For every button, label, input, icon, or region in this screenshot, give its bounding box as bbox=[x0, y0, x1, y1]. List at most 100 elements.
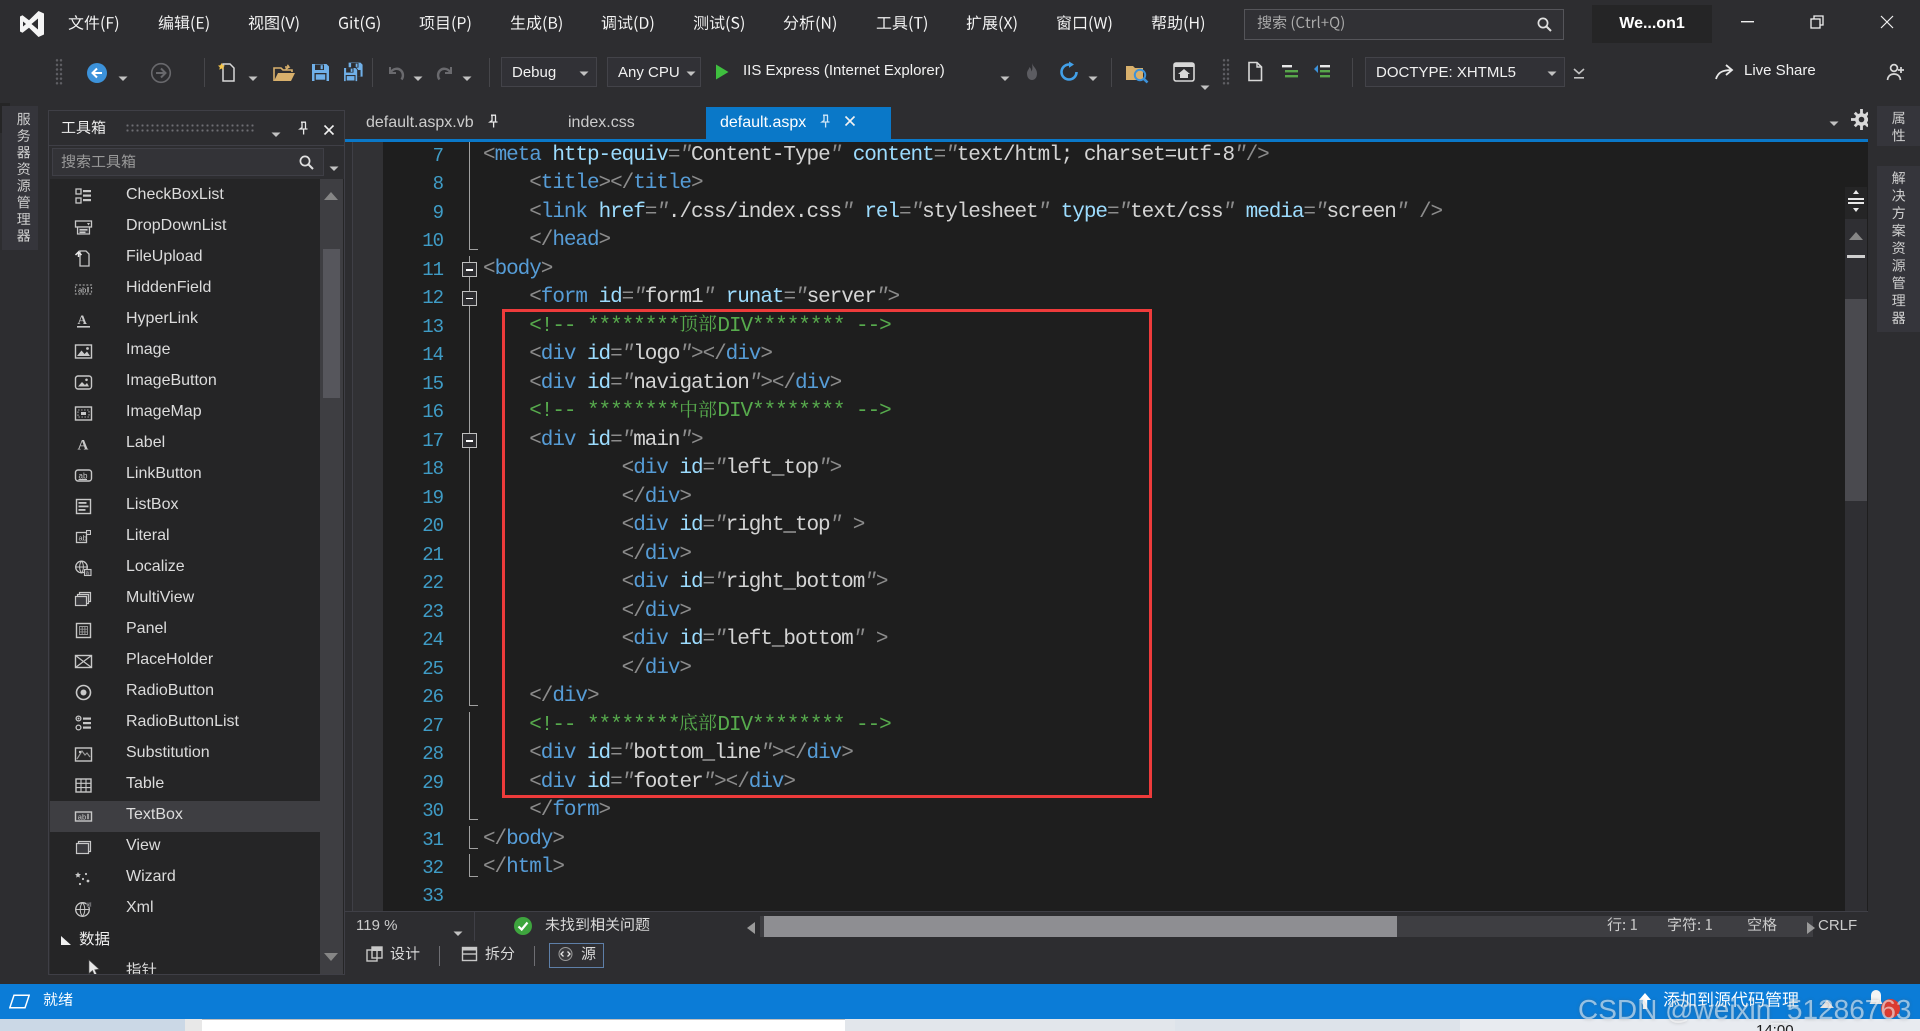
scroll-down-icon[interactable] bbox=[324, 948, 338, 966]
toolbox-item-view[interactable]: View bbox=[50, 832, 320, 863]
toolbox-item-xml[interactable]: xlXml bbox=[50, 894, 320, 925]
run-target-label[interactable]: IIS Express (Internet Explorer) bbox=[743, 62, 945, 79]
toolbox-item-localize[interactable]: aLocalize bbox=[50, 553, 320, 584]
pin-icon[interactable] bbox=[819, 114, 832, 134]
close-button[interactable] bbox=[1864, 0, 1910, 48]
editor-vertical-scrollbar[interactable] bbox=[1845, 187, 1867, 911]
toolbox-item-wizard[interactable]: Wizard bbox=[50, 863, 320, 894]
toolbox-scrollbar[interactable] bbox=[320, 179, 343, 974]
minimize-button[interactable] bbox=[1724, 0, 1770, 48]
navigate-forward-button[interactable] bbox=[150, 62, 172, 89]
toolbox-item-hyperlink[interactable]: AHyperLink bbox=[50, 305, 320, 336]
toolbox-item-placeholder[interactable]: PlaceHolder bbox=[50, 646, 320, 677]
toolbox-search-input[interactable] bbox=[52, 148, 324, 176]
new-file-button[interactable] bbox=[216, 61, 238, 88]
doctype-dropdown[interactable]: DOCTYPE: XHTML5 bbox=[1365, 57, 1565, 87]
toolbox-header[interactable] bbox=[49, 111, 344, 146]
browser-preview-button[interactable] bbox=[1172, 61, 1196, 88]
view-tab-source[interactable] bbox=[549, 943, 604, 968]
hot-reload-icon[interactable] bbox=[1024, 62, 1040, 87]
menu-item-6[interactable] bbox=[582, 0, 674, 48]
search-icon[interactable] bbox=[1536, 16, 1553, 38]
redo-button[interactable] bbox=[434, 63, 456, 88]
toolbox-item-hiddenfield[interactable]: abHiddenField bbox=[50, 274, 320, 305]
redo-dropdown-icon[interactable] bbox=[462, 69, 472, 87]
menu-item-4[interactable] bbox=[400, 0, 491, 48]
save-button[interactable] bbox=[310, 62, 331, 88]
document-tab-default.aspx.vb[interactable]: default.aspx.vb bbox=[352, 107, 533, 139]
menu-item-12[interactable] bbox=[1132, 0, 1225, 48]
undo-button[interactable] bbox=[385, 63, 407, 88]
menu-item-0[interactable] bbox=[49, 0, 139, 48]
save-all-button[interactable] bbox=[342, 61, 366, 88]
document-health-label[interactable] bbox=[545, 917, 650, 934]
scroll-up-icon[interactable] bbox=[324, 187, 338, 205]
toolbox-item-image[interactable]: Image bbox=[50, 336, 320, 367]
menu-item-3[interactable] bbox=[319, 0, 400, 48]
refresh-dropdown-icon[interactable] bbox=[1088, 69, 1098, 87]
run-target-dropdown-icon[interactable] bbox=[1000, 69, 1010, 87]
toolbar-overflow-icon[interactable] bbox=[1572, 67, 1586, 85]
scrollbar-thumb[interactable] bbox=[323, 249, 340, 398]
toolbox-item-radiobutton[interactable]: RadioButton bbox=[50, 677, 320, 708]
pin-icon[interactable] bbox=[487, 114, 500, 134]
toolbox-item-imagebutton[interactable]: ImageButton bbox=[50, 367, 320, 398]
toolbar-drag-handle[interactable] bbox=[1222, 58, 1230, 86]
toolbox-item-pointer[interactable] bbox=[50, 956, 320, 974]
toolbox-item-imagemap[interactable]: ImageMap bbox=[50, 398, 320, 429]
toolbox-item-radiobuttonlist[interactable]: RadioButtonList bbox=[50, 708, 320, 739]
toolbox-item-table[interactable]: Table bbox=[50, 770, 320, 801]
toolbox-item-dropdownlist[interactable]: DropDownList bbox=[50, 212, 320, 243]
group-expanded-icon[interactable] bbox=[61, 936, 71, 945]
add-collaborator-icon[interactable] bbox=[1884, 62, 1908, 87]
window-position-dropdown-icon[interactable] bbox=[271, 125, 281, 143]
solution-name-badge[interactable]: We...on1 bbox=[1592, 5, 1712, 43]
navigate-back-button[interactable] bbox=[86, 62, 108, 89]
properties-vertical-tab[interactable] bbox=[1877, 106, 1920, 146]
hscroll-left-icon[interactable] bbox=[747, 921, 755, 938]
live-share-icon[interactable] bbox=[1713, 62, 1735, 87]
pin-icon[interactable] bbox=[297, 121, 310, 141]
menu-item-7[interactable] bbox=[674, 0, 764, 48]
solution-platform-dropdown[interactable]: Any CPU bbox=[607, 57, 701, 87]
undo-dropdown-icon[interactable] bbox=[413, 69, 423, 87]
server-explorer-vertical-tab[interactable] bbox=[16, 112, 31, 256]
document-tab-default.aspx[interactable]: default.aspx bbox=[706, 107, 891, 139]
menu-item-1[interactable] bbox=[139, 0, 229, 48]
start-debug-button[interactable] bbox=[714, 63, 730, 86]
toolbox-item-substitution[interactable]: Substitution bbox=[50, 739, 320, 770]
format-selection-button[interactable] bbox=[1312, 63, 1332, 86]
menu-item-10[interactable] bbox=[947, 0, 1037, 48]
menu-item-9[interactable] bbox=[857, 0, 947, 48]
live-share-label[interactable]: Live Share bbox=[1744, 62, 1816, 79]
toolbox-item-textbox[interactable]: abTextBox bbox=[50, 801, 320, 832]
new-file-dropdown-icon[interactable] bbox=[248, 69, 258, 87]
fold-collapse-box[interactable] bbox=[461, 427, 477, 455]
toolbar-drag-handle[interactable] bbox=[55, 58, 63, 86]
toolbox-item-linkbutton[interactable]: abLinkButton bbox=[50, 460, 320, 491]
solution-explorer-vertical-tab[interactable] bbox=[1877, 166, 1920, 332]
open-file-button[interactable] bbox=[272, 62, 296, 89]
toolbox-group-data[interactable] bbox=[50, 925, 320, 956]
format-document-button[interactable] bbox=[1280, 63, 1300, 86]
toolbox-item-multiview[interactable]: MultiView bbox=[50, 584, 320, 615]
toolbox-item-fileupload[interactable]: FileUpload bbox=[50, 243, 320, 274]
menu-item-5[interactable] bbox=[491, 0, 582, 48]
toolbox-item-label[interactable]: ALabel bbox=[50, 429, 320, 460]
document-dropdown-icon[interactable] bbox=[1829, 114, 1839, 132]
menu-item-11[interactable] bbox=[1037, 0, 1132, 48]
splitter-handle[interactable] bbox=[1845, 187, 1867, 219]
document-outline-button[interactable] bbox=[1246, 61, 1264, 87]
view-tab-design[interactable] bbox=[359, 943, 427, 968]
close-tab-icon[interactable] bbox=[844, 114, 856, 132]
document-health-icon[interactable] bbox=[513, 916, 533, 940]
restore-button[interactable] bbox=[1794, 0, 1840, 48]
toolbox-item-panel[interactable]: Panel bbox=[50, 615, 320, 646]
menu-item-2[interactable] bbox=[229, 0, 319, 48]
toolbox-item-literal[interactable]: abLiteral bbox=[50, 522, 320, 553]
scrollbar-thumb[interactable] bbox=[1845, 299, 1867, 501]
find-in-files-button[interactable] bbox=[1124, 62, 1150, 89]
toolbox-search-dropdown-icon[interactable] bbox=[329, 159, 339, 177]
scroll-up-icon[interactable] bbox=[1849, 227, 1863, 245]
code-editor[interactable]: 7<meta http-equiv=″Content-Type″ content… bbox=[345, 142, 1868, 911]
